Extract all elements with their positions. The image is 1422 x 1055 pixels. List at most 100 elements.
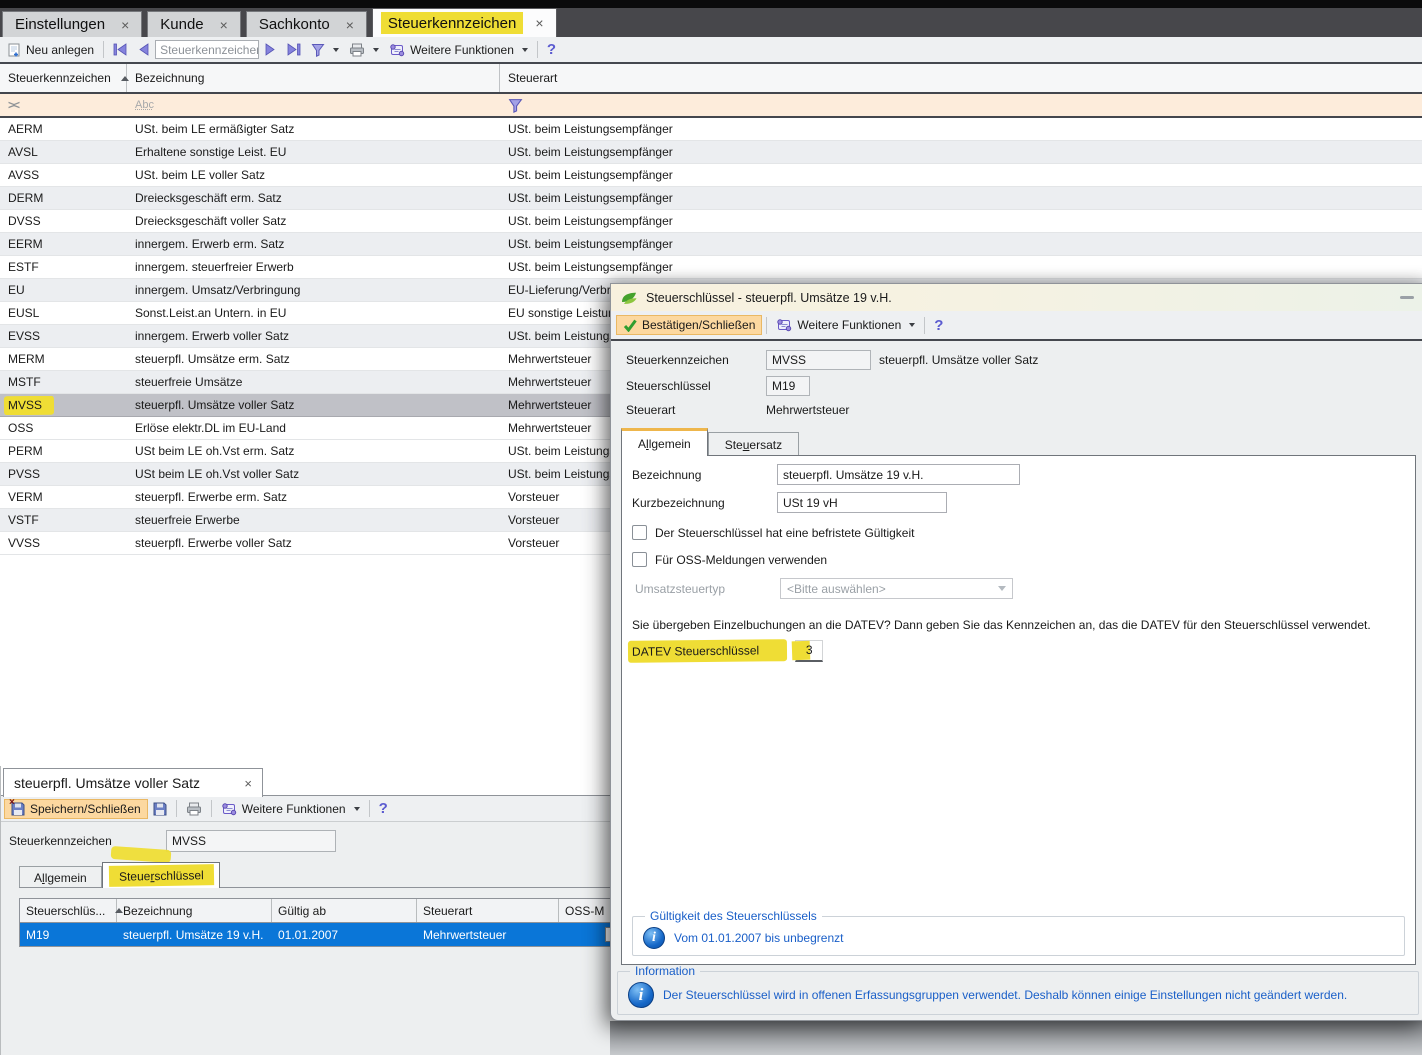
help-button[interactable]: ? bbox=[374, 798, 393, 819]
printer-icon bbox=[349, 43, 365, 57]
table-row[interactable]: ESTFinnergem. steuerfreier ErwerbUSt. be… bbox=[0, 256, 1422, 279]
cell-code: EU bbox=[0, 283, 127, 297]
more-functions-button[interactable]: Weitere Funktionen bbox=[216, 800, 365, 818]
chevron-down-icon bbox=[909, 323, 915, 327]
tab-allgemein[interactable]: Allgemein bbox=[19, 866, 102, 888]
cell-code: DVSS bbox=[0, 214, 127, 228]
save-close-button[interactable]: × Speichern/Schließen bbox=[4, 799, 148, 819]
column-header-bezeichnung[interactable]: Bezeichnung bbox=[127, 64, 500, 92]
confirm-close-button[interactable]: Bestätigen/Schließen bbox=[616, 315, 762, 335]
bezeichnung-input[interactable]: steuerpfl. Umsätze 19 v.H. bbox=[777, 464, 1020, 485]
column-label: Bezeichnung bbox=[123, 904, 192, 918]
tab-einstellungen[interactable]: Einstellungen × bbox=[2, 11, 142, 37]
toolbar-separator bbox=[369, 800, 370, 817]
close-icon[interactable]: × bbox=[346, 17, 354, 33]
new-record-button[interactable]: Neu anlegen bbox=[3, 41, 99, 59]
steuerkennzeichen-field: Steuerkennzeichen MVSS bbox=[9, 834, 112, 848]
column-header-steuerkennzeichen[interactable]: Steuerkennzeichen bbox=[0, 64, 127, 92]
tab-steuersatz[interactable]: Steuersatz bbox=[708, 432, 799, 456]
datev-row: DATEV Steuerschlüssel 3 bbox=[632, 640, 1405, 662]
table-row[interactable]: DERMDreiecksgeschäft erm. SatzUSt. beim … bbox=[0, 187, 1422, 210]
tab-allgemein[interactable]: Allgemein bbox=[621, 428, 708, 456]
cell-steuerart: USt. beim Leistungsempfänger bbox=[500, 237, 1422, 251]
tab-label: Kunde bbox=[160, 16, 203, 33]
field-row: Steuerschlüssel M19 bbox=[626, 376, 810, 396]
tab-label: Einstellungen bbox=[15, 16, 105, 33]
tab-kunde[interactable]: Kunde × bbox=[147, 11, 241, 37]
column-label: Steuerkennzeichen bbox=[8, 71, 111, 85]
befristete-gueltigkeit-label: Der Steuerschlüssel hat eine befristete … bbox=[655, 526, 914, 540]
tab-sachkonto[interactable]: Sachkonto × bbox=[246, 11, 367, 37]
befristete-gueltigkeit-row: Der Steuerschlüssel hat eine befristete … bbox=[632, 525, 1405, 540]
close-icon[interactable]: × bbox=[244, 776, 252, 791]
table-row[interactable]: AVSSUSt. beim LE voller SatzUSt. beim Le… bbox=[0, 164, 1422, 187]
chevron-down-icon bbox=[333, 48, 339, 52]
close-icon[interactable]: × bbox=[121, 17, 129, 33]
bezeichnung-value: steuerpfl. Umsätze 19 v.H. bbox=[783, 468, 924, 482]
tab-label: Sachkonto bbox=[259, 16, 330, 33]
column-header-steuerart[interactable]: Steuerart bbox=[417, 899, 559, 922]
tab-steuerschluessel[interactable]: Steuerschlüssel bbox=[102, 862, 221, 888]
close-icon[interactable]: × bbox=[535, 15, 543, 31]
column-header-steuerschluessel[interactable]: Steuerschlüs... bbox=[20, 899, 117, 922]
steuerschluessel-input[interactable]: M19 bbox=[766, 376, 810, 396]
filter-button[interactable] bbox=[306, 41, 344, 59]
datev-input[interactable]: 3 bbox=[795, 640, 823, 662]
dialog-title-bar[interactable]: Steuerschlüssel - steuerpfl. Umsätze 19 … bbox=[611, 284, 1422, 311]
table-header-row: Steuerkennzeichen Bezeichnung Steuerart bbox=[0, 64, 1422, 94]
quick-search-value: Steuerkennzeichen bbox=[160, 43, 259, 57]
tab-label: Allgemein bbox=[34, 871, 87, 885]
information-text: Der Steuerschlüssel wird in offenen Erfa… bbox=[663, 988, 1347, 1002]
checkbox-unchecked[interactable] bbox=[632, 552, 647, 567]
nav-next-button[interactable] bbox=[259, 41, 281, 58]
green-check-icon bbox=[623, 319, 637, 332]
dialog-shadow bbox=[610, 1021, 1422, 1055]
umsatzsteuertyp-select[interactable]: <Bitte auswählen> bbox=[780, 578, 1013, 599]
more-functions-button[interactable]: Weitere Funktionen bbox=[771, 316, 920, 334]
nav-previous-button[interactable] bbox=[133, 41, 155, 58]
help-button[interactable]: ? bbox=[929, 315, 948, 336]
table-row[interactable]: AERMUSt. beim LE ermäßigter SatzUSt. bei… bbox=[0, 118, 1422, 141]
print-button[interactable] bbox=[181, 800, 207, 818]
filter-cell-steuerart[interactable] bbox=[500, 94, 1422, 116]
help-button[interactable]: ? bbox=[542, 39, 561, 60]
more-functions-button[interactable]: Weitere Funktionen bbox=[384, 41, 533, 59]
filter-cell-bezeichnung[interactable]: Abc bbox=[127, 94, 500, 116]
filter-cell-code[interactable]: >< bbox=[0, 94, 127, 116]
toolbar-separator bbox=[766, 317, 767, 334]
close-icon[interactable]: × bbox=[220, 17, 228, 33]
minimize-button[interactable] bbox=[1400, 296, 1414, 299]
steuerkennzeichen-input[interactable]: MVSS bbox=[166, 830, 336, 852]
information-title: Information bbox=[630, 964, 700, 978]
cell-bezeichnung: innergem. steuerfreier Erwerb bbox=[127, 260, 500, 274]
cell-code: MSTF bbox=[0, 375, 127, 389]
cell-code: VSTF bbox=[0, 513, 127, 527]
filter-funnel-icon bbox=[508, 98, 523, 113]
quick-search-input[interactable]: Steuerkennzeichen bbox=[155, 40, 259, 59]
save-button[interactable] bbox=[148, 800, 172, 818]
kurzbezeichnung-input[interactable]: USt 19 vH bbox=[777, 492, 947, 513]
kurzbezeichnung-row: Kurzbezeichnung USt 19 vH bbox=[632, 492, 1405, 513]
checkbox-unchecked[interactable] bbox=[632, 525, 647, 540]
scroll-icon bbox=[776, 318, 792, 332]
cell-code: AVSL bbox=[0, 145, 127, 159]
column-header-gueltig-ab[interactable]: Gültig ab bbox=[272, 899, 417, 922]
table-row[interactable]: EERMinnergem. Erwerb erm. SatzUSt. beim … bbox=[0, 233, 1422, 256]
tab-label: Steuerkennzeichen bbox=[381, 12, 523, 34]
cell-bezeichnung: innergem. Erwerb voller Satz bbox=[127, 329, 500, 343]
table-row[interactable]: AVSLErhaltene sonstige Leist. EUUSt. bei… bbox=[0, 141, 1422, 164]
cell-bez: steuerpfl. Umsätze 19 v.H. bbox=[117, 928, 272, 942]
nav-first-button[interactable] bbox=[108, 41, 133, 58]
cell-bezeichnung: USt beim LE oh.Vst erm. Satz bbox=[127, 444, 500, 458]
nav-last-button[interactable] bbox=[281, 41, 306, 58]
detail-tab-steuerpfl-umsaetze[interactable]: steuerpfl. Umsätze voller Satz × bbox=[3, 768, 263, 797]
steuerschluessel-dialog: Steuerschlüssel - steuerpfl. Umsätze 19 … bbox=[610, 283, 1422, 1021]
cell-code: VVSS bbox=[0, 536, 127, 550]
print-button[interactable] bbox=[344, 41, 384, 59]
column-label: Steuerschlüs... bbox=[26, 904, 105, 918]
column-header-bezeichnung[interactable]: Bezeichnung bbox=[117, 899, 272, 922]
column-header-steuerart[interactable]: Steuerart bbox=[500, 64, 1422, 92]
steuerkennzeichen-input[interactable]: MVSS bbox=[766, 350, 871, 370]
table-row[interactable]: DVSSDreiecksgeschäft voller SatzUSt. bei… bbox=[0, 210, 1422, 233]
tab-steuerkennzeichen[interactable]: Steuerkennzeichen × bbox=[372, 8, 557, 37]
